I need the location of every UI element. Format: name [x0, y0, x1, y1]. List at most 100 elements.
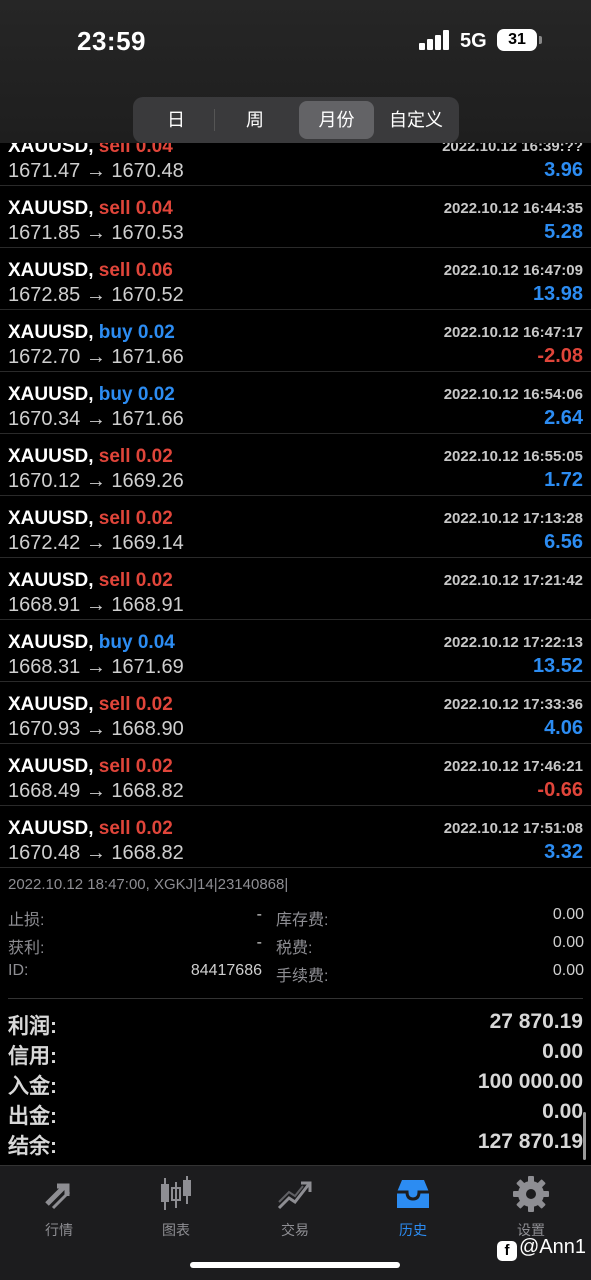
trade-row[interactable]: XAUUSD, sell 0.02 2022.10.12 16:55:05 1670… — [0, 434, 591, 496]
id-value: 84417686 — [190, 962, 262, 979]
summary-divider — [8, 998, 583, 999]
withdrawal-label: 出金: — [8, 1105, 57, 1128]
trade-prices: 1670.12 → 1669.26 — [8, 470, 184, 492]
trade-time: 2022.10.12 17:33:36 — [443, 696, 583, 713]
trade-profit: 3.96 — [544, 159, 583, 181]
trade-profit: 3.32 — [544, 841, 583, 863]
trade-symbol: XAUUSD, buy 0.02 — [8, 322, 175, 343]
withdrawal-value: 0.00 — [542, 1100, 583, 1123]
trade-time: 2022.10.12 16:44:35 — [443, 200, 583, 217]
trade-time: 2022.10.12 17:46:21 — [443, 758, 583, 775]
trade-time: 2022.10.12 16:47:17 — [443, 324, 583, 341]
trade-symbol: XAUUSD, sell 0.02 — [8, 508, 173, 529]
battery-icon: 31 — [497, 29, 537, 51]
battery-tip — [539, 36, 542, 44]
tab-history[interactable]: 历史 — [363, 1174, 463, 1240]
status-bar: 23:59 5G 31 — [0, 0, 591, 80]
trade-time: 2022.10.12 16:47:09 — [443, 262, 583, 279]
trade-row[interactable]: XAUUSD, buy 0.02 2022.10.12 16:47:17 1672.… — [0, 310, 591, 372]
stop-loss-value: - — [256, 906, 262, 923]
settings-icon — [513, 1176, 549, 1212]
trade-prices: 1670.48 → 1668.82 — [8, 842, 184, 864]
trade-symbol: XAUUSD, sell 0.04 — [8, 198, 173, 219]
credit-value: 0.00 — [542, 1040, 583, 1063]
network-type: 5G — [460, 30, 487, 52]
trade-time: 2022.10.12 16:54:06 — [443, 386, 583, 403]
tab-quotes[interactable]: 行情 — [9, 1174, 109, 1240]
trade-side: buy 0.04 — [98, 632, 175, 653]
trade-prices: 1671.85 → 1670.53 — [8, 222, 184, 244]
stop-loss-label: 止损: — [8, 912, 45, 929]
trade-row[interactable]: XAUUSD, sell 0.02 2022.10.12 17:33:36 1670… — [0, 682, 591, 744]
history-icon — [397, 1180, 429, 1208]
trade-prices: 1670.34 → 1671.66 — [8, 408, 184, 430]
trade-prices: 1670.93 → 1668.90 — [8, 718, 184, 740]
fee-label: 手续费: — [276, 968, 329, 985]
credit-label: 信用: — [8, 1045, 57, 1068]
trade-symbol: XAUUSD, sell 0.02 — [8, 694, 173, 715]
fee-value: 0.00 — [552, 962, 584, 979]
scrollbar[interactable] — [583, 1112, 586, 1160]
swap-value: 0.00 — [552, 906, 584, 923]
trade-row[interactable]: XAUUSD, sell 0.02 2022.10.12 17:51:08 1670… — [0, 806, 591, 868]
segment-week[interactable]: 周 — [215, 101, 295, 139]
home-indicator[interactable] — [190, 1262, 400, 1268]
trade-row[interactable]: XAUUSD, buy 0.02 2022.10.12 16:54:06 1670.… — [0, 372, 591, 434]
watermark-text: @Ann1 — [519, 1236, 587, 1258]
trade-symbol: XAUUSD, sell 0.02 — [8, 756, 173, 777]
trade-side: sell 0.06 — [98, 260, 173, 281]
trade-history-list[interactable]: XAUUSD, sell 0.04 2022.10.12 16:39:?? 1671… — [0, 124, 591, 868]
trade-row[interactable]: XAUUSD, sell 0.02 2022.10.12 17:13:28 1672… — [0, 496, 591, 558]
trade-row[interactable]: XAUUSD, sell 0.02 2022.10.12 17:46:21 1668… — [0, 744, 591, 806]
balance-label: 结余: — [8, 1135, 57, 1158]
segment-day[interactable]: 日 — [137, 101, 215, 139]
trade-profit: -0.66 — [537, 779, 583, 801]
trade-row[interactable]: XAUUSD, sell 0.02 2022.10.12 17:21:42 1668… — [0, 558, 591, 620]
trade-time: 2022.10.12 17:22:13 — [443, 634, 583, 651]
profit-total-label: 利润: — [8, 1015, 57, 1038]
swap-label: 库存费: — [276, 912, 329, 929]
trade-side: sell 0.02 — [98, 446, 173, 467]
take-profit-label: 获利: — [8, 940, 45, 957]
trade-row[interactable]: XAUUSD, sell 0.04 2022.10.12 16:44:35 1671… — [0, 186, 591, 248]
tab-chart[interactable]: 图表 — [126, 1174, 226, 1240]
trade-symbol: XAUUSD, sell 0.06 — [8, 260, 173, 281]
profit-total-value: 27 870.19 — [489, 1010, 583, 1033]
tab-settings[interactable]: 设置 — [481, 1174, 581, 1240]
watermark: f @Ann1 — [497, 1236, 586, 1261]
trade-row[interactable]: XAUUSD, buy 0.04 2022.10.12 17:22:13 1668.… — [0, 620, 591, 682]
social-logo-icon: f — [497, 1241, 517, 1261]
trade-side: sell 0.02 — [98, 756, 173, 777]
trade-symbol: XAUUSD, buy 0.02 — [8, 384, 175, 405]
trade-profit: -2.08 — [537, 345, 583, 367]
chart-icon — [161, 1176, 191, 1210]
trade-row[interactable]: XAUUSD, sell 0.06 2022.10.12 16:47:09 1672… — [0, 248, 591, 310]
trade-symbol: XAUUSD, sell 0.02 — [8, 446, 173, 467]
status-time: 23:59 — [77, 26, 146, 56]
trade-side: sell 0.02 — [98, 694, 173, 715]
trade-profit: 6.56 — [544, 531, 583, 553]
trade-icon — [277, 1181, 312, 1210]
trade-side: sell 0.02 — [98, 570, 173, 591]
tax-value: 0.00 — [552, 934, 584, 951]
trade-time: 2022.10.12 17:13:28 — [443, 510, 583, 527]
trade-profit: 5.28 — [544, 221, 583, 243]
order-info: 2022.10.12 18:47:00, XGKJ|14|23140868| — [8, 876, 289, 893]
trade-prices: 1668.49 → 1668.82 — [8, 780, 184, 802]
trade-side: sell 0.02 — [98, 508, 173, 529]
tax-label: 税费: — [276, 940, 313, 957]
tab-trade[interactable]: 交易 — [245, 1174, 345, 1240]
segment-month[interactable]: 月份 — [299, 101, 374, 139]
deposit-value: 100 000.00 — [477, 1070, 583, 1093]
trade-time: 2022.10.12 17:51:08 — [443, 820, 583, 837]
deposit-label: 入金: — [8, 1075, 57, 1098]
trade-prices: 1672.42 → 1669.14 — [8, 532, 184, 554]
tab-label: 交易 — [281, 1222, 309, 1238]
header: 23:59 5G 31 日 周 月份 自定义 — [0, 0, 591, 143]
trade-profit: 1.72 — [544, 469, 583, 491]
trade-symbol: XAUUSD, buy 0.04 — [8, 632, 175, 653]
trade-side: sell 0.02 — [98, 818, 173, 839]
segment-custom[interactable]: 自定义 — [377, 101, 455, 139]
period-segmented-control: 日 周 月份 自定义 — [133, 97, 459, 143]
trade-side: buy 0.02 — [98, 322, 175, 343]
